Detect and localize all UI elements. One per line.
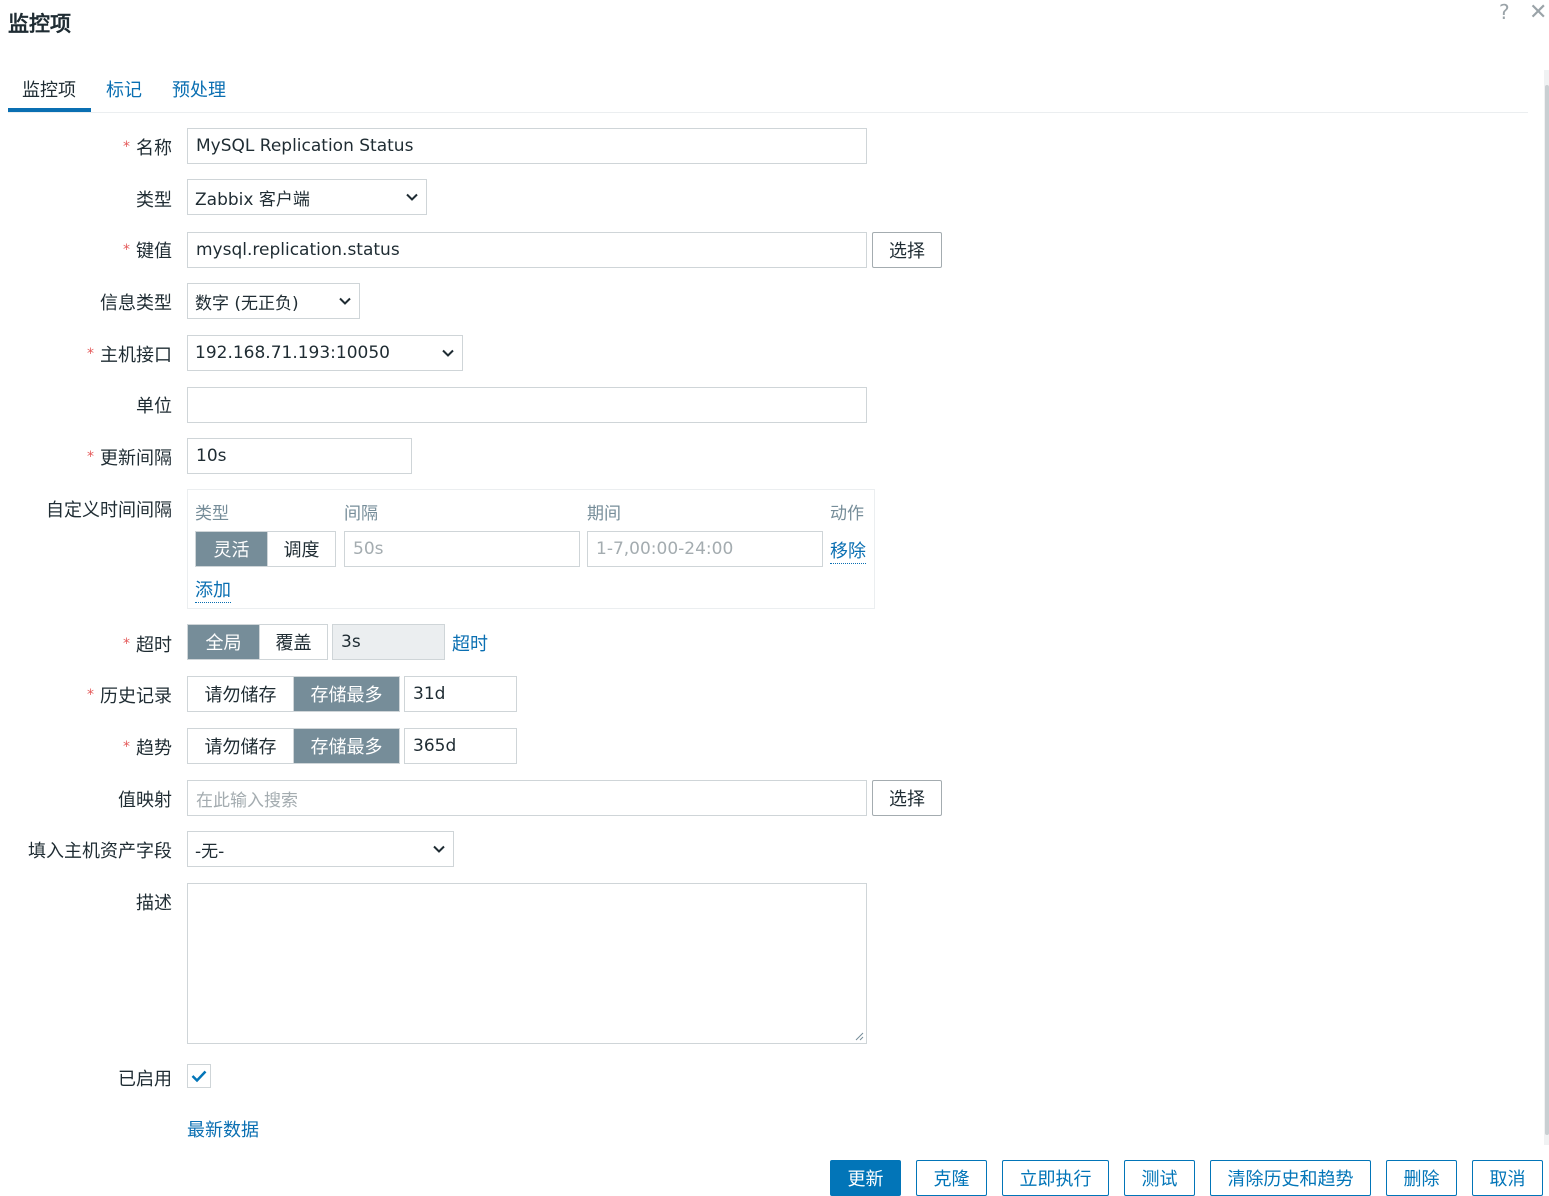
trends-store-up-to-option[interactable]: 存储最多 [293,729,399,763]
timeout-toggle: 全局 覆盖 [187,624,328,660]
key-label: * 键值 [123,241,172,262]
history-store-up-to-option[interactable]: 存储最多 [293,677,399,711]
chevron-down-icon [406,193,418,201]
type-label: 类型 [136,190,172,211]
units-label: 单位 [136,396,172,417]
timeout-label: * 超时 [123,635,172,656]
period-input[interactable]: 1-7,00:00-24:00 [587,531,823,567]
type-select[interactable]: Zabbix 客户端 [187,179,427,215]
enabled-label: 已启用 [118,1069,172,1090]
cancel-button[interactable]: 取消 [1472,1160,1543,1196]
required-mark: * [123,139,130,155]
inventory-label: 填入主机资产字段 [28,841,172,862]
update-interval-input[interactable]: 10s [187,438,412,474]
add-interval-link[interactable]: 添加 [195,576,231,603]
required-mark: * [87,687,94,703]
clear-history-button[interactable]: 清除历史和趋势 [1210,1160,1371,1196]
required-mark: * [87,346,94,362]
timeout-override-option[interactable]: 覆盖 [259,625,327,659]
chevron-down-icon [433,845,445,853]
interface-select[interactable]: 192.168.71.193:10050 [187,335,463,371]
value-map-input[interactable]: 在此输入搜索 [187,780,867,816]
timeout-input: 3s [332,624,445,660]
interval-input[interactable]: 50s [344,531,580,567]
tab-preprocessing[interactable]: 预处理 [172,76,226,102]
interface-label: * 主机接口 [87,345,172,366]
resize-handle-icon[interactable] [854,1031,864,1041]
test-button[interactable]: 测试 [1124,1160,1195,1196]
tab-tags[interactable]: 标记 [106,76,142,102]
units-input[interactable] [187,387,867,423]
dialog-title: 监控项 [8,12,71,36]
required-mark: * [123,242,130,258]
tab-item[interactable]: 监控项 [22,76,76,102]
clone-button[interactable]: 克隆 [916,1160,987,1196]
trends-toggle: 请勿储存 存储最多 [187,728,400,764]
column-period: 期间 [587,504,621,524]
custom-intervals-label: 自定义时间间隔 [46,500,172,521]
remove-interval-link[interactable]: 移除 [830,537,866,564]
required-mark: * [123,739,130,755]
trends-input[interactable]: 365d [404,728,517,764]
name-input[interactable]: MySQL Replication Status [187,128,867,164]
required-mark: * [123,636,130,652]
checkmark-icon [191,1070,207,1083]
enabled-checkbox[interactable] [187,1064,211,1088]
key-input[interactable]: mysql.replication.status [187,232,867,268]
question-icon[interactable]: ? [1499,0,1510,24]
name-label: * 名称 [123,138,172,159]
info-type-label: 信息类型 [100,293,172,314]
trends-do-not-store-option[interactable]: 请勿储存 [188,729,293,763]
history-do-not-store-option[interactable]: 请勿储存 [188,677,293,711]
update-interval-label: * 更新间隔 [87,448,172,469]
tabs-divider [8,112,1528,113]
inventory-select[interactable]: -无- [187,831,454,867]
description-textarea[interactable] [187,883,867,1044]
value-map-select-button[interactable]: 选择 [872,780,942,816]
column-interval: 间隔 [344,504,378,524]
value-map-label: 值映射 [118,790,172,811]
flexible-option[interactable]: 灵活 [196,532,267,566]
timeout-link[interactable]: 超时 [452,630,488,656]
trends-label: * 趋势 [123,738,172,759]
chevron-down-icon [442,349,454,357]
scrollbar-thumb[interactable] [1545,85,1549,1135]
interval-type-toggle: 灵活 调度 [195,531,336,567]
history-input[interactable]: 31d [404,676,517,712]
close-icon[interactable]: ✕ [1529,0,1547,25]
timeout-global-option[interactable]: 全局 [188,625,259,659]
update-button[interactable]: 更新 [830,1160,901,1196]
latest-data-link[interactable]: 最新数据 [187,1116,259,1142]
chevron-down-icon [339,297,351,305]
delete-button[interactable]: 删除 [1386,1160,1457,1196]
description-label: 描述 [136,893,172,914]
execute-now-button[interactable]: 立即执行 [1002,1160,1109,1196]
info-type-select[interactable]: 数字 (无正负) [187,283,360,319]
history-toggle: 请勿储存 存储最多 [187,676,400,712]
column-action: 动作 [830,504,864,524]
column-type: 类型 [195,504,229,524]
key-select-button[interactable]: 选择 [872,232,942,268]
history-label: * 历史记录 [87,686,172,707]
required-mark: * [87,449,94,465]
scheduling-option[interactable]: 调度 [267,532,335,566]
